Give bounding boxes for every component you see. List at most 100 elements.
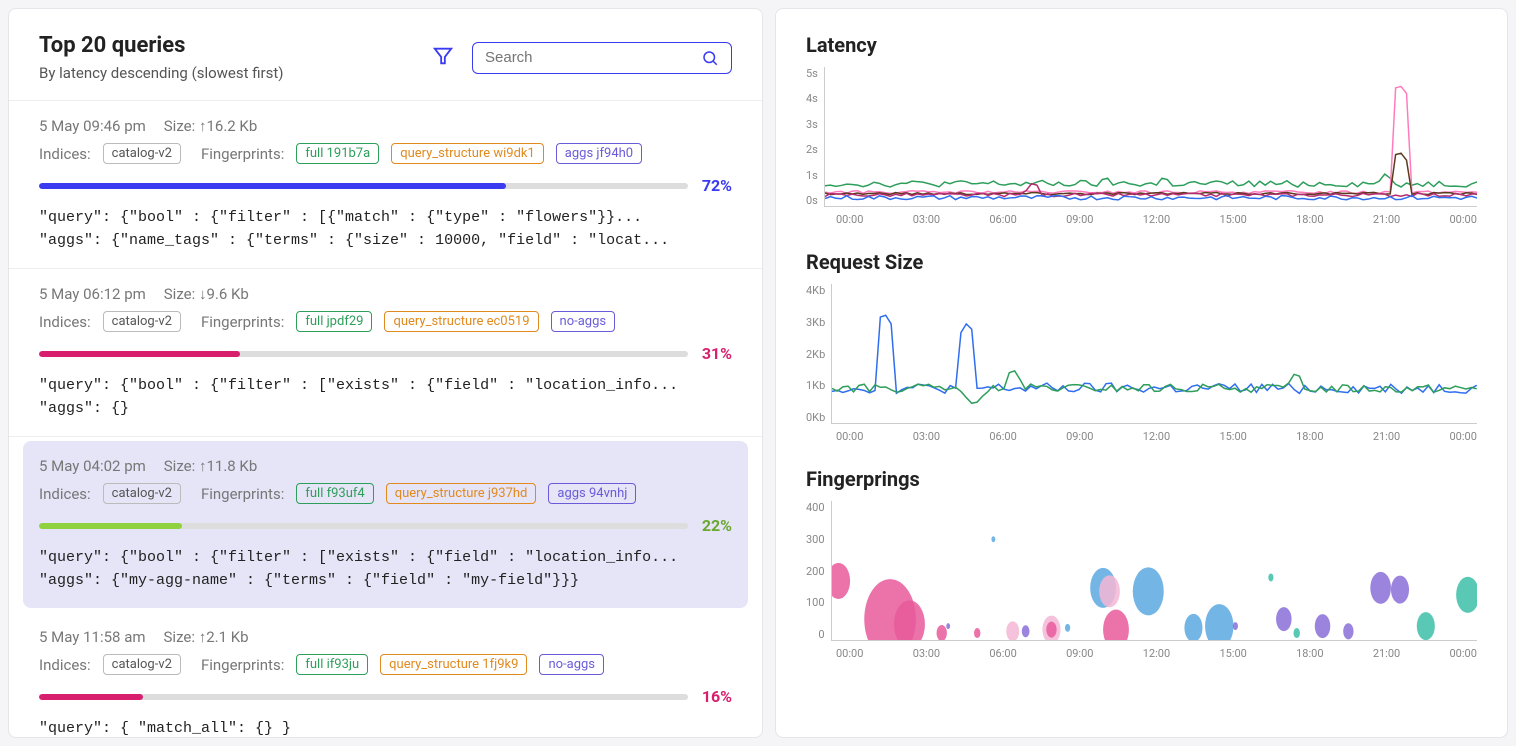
chart-bubble <box>946 623 950 629</box>
indices-label: Indices: <box>39 485 91 503</box>
chart-bubble <box>1268 573 1273 581</box>
fingerprint-chip[interactable]: full jpdf29 <box>296 311 372 332</box>
chart-series-line <box>825 86 1477 193</box>
search-input[interactable] <box>485 49 701 66</box>
search-input-wrap[interactable] <box>472 42 732 74</box>
axis-tick: 21:00 <box>1373 647 1400 660</box>
fingerprints-chart-title: Fingerprings <box>806 467 1477 491</box>
axis-tick: 3s <box>806 118 818 131</box>
axis-tick: 15:00 <box>1219 430 1246 443</box>
page-subtitle: By latency descending (slowest first) <box>39 64 284 82</box>
size-arrow-icon <box>199 117 207 135</box>
chart-bubble <box>1391 576 1409 604</box>
query-code: "query": {"bool" : {"filter" : ["exists"… <box>39 375 732 420</box>
chart-bubble <box>1343 623 1353 639</box>
chart-bubble <box>1184 614 1202 640</box>
request-size-y-axis: 4Kb3Kb2Kb1Kb0Kb <box>806 284 831 424</box>
chart-series-line <box>832 315 1477 393</box>
fingerprint-chip[interactable]: aggs 94vnhj <box>548 483 636 504</box>
fingerprint-chip[interactable]: query_structure wi9dk1 <box>391 143 544 164</box>
chart-bubble <box>1232 622 1237 630</box>
axis-tick: 00:00 <box>836 430 863 443</box>
query-code: "query": { "match_all": {} } "aggs": {} <box>39 718 732 737</box>
chart-bubble <box>1456 577 1477 613</box>
progress-bar <box>39 523 688 529</box>
axis-tick: 300 <box>806 533 825 546</box>
fingerprint-chip[interactable]: query_structure j937hd <box>386 483 537 504</box>
chart-bubble <box>1314 614 1329 638</box>
fingerprint-chip[interactable]: no-aggs <box>551 311 616 332</box>
fingerprint-chip[interactable]: query_structure 1fj9k9 <box>380 654 527 675</box>
axis-tick: 200 <box>806 565 825 578</box>
filter-button[interactable] <box>428 41 458 74</box>
query-item[interactable]: 5 May 09:46 pm Size: 16.2 Kb Indices: ca… <box>9 101 762 269</box>
chart-bubble <box>1103 610 1129 640</box>
index-chip[interactable]: catalog-v2 <box>103 311 181 332</box>
axis-tick: 12:00 <box>1143 430 1170 443</box>
fingerprint-chip[interactable]: full f93uf4 <box>296 483 373 504</box>
axis-tick: 09:00 <box>1066 430 1093 443</box>
axis-tick: 21:00 <box>1373 430 1400 443</box>
fingerprint-chip[interactable]: no-aggs <box>539 654 604 675</box>
axis-tick: 0Kb <box>806 411 825 424</box>
chart-bubble <box>1132 567 1163 615</box>
request-size-plot[interactable] <box>831 284 1477 424</box>
axis-tick: 1s <box>806 169 818 182</box>
latency-chart-section: Latency 5s4s3s2s1s0s 00:0003:0006:0009:0… <box>806 33 1477 226</box>
query-item[interactable]: 5 May 04:02 pm Size: 11.8 Kb Indices: ca… <box>23 441 748 608</box>
query-timestamp: 5 May 11:58 am <box>39 628 146 646</box>
fingerprints-label: Fingerprints: <box>201 656 284 674</box>
axis-tick: 100 <box>806 596 825 609</box>
axis-tick: 00:00 <box>1450 213 1477 226</box>
axis-tick: 0s <box>806 194 818 207</box>
fingerprint-chip[interactable]: aggs jf94h0 <box>556 143 642 164</box>
query-timestamp: 5 May 06:12 pm <box>39 285 146 303</box>
axis-tick: 00:00 <box>1450 647 1477 660</box>
latency-plot[interactable] <box>824 67 1477 207</box>
chart-bubble <box>1046 622 1056 638</box>
axis-tick: 03:00 <box>913 213 940 226</box>
size-arrow-icon <box>199 457 207 475</box>
chart-bubble <box>1276 607 1291 631</box>
index-chip[interactable]: catalog-v2 <box>103 654 181 675</box>
fingerprint-chip[interactable]: full 191b7a <box>296 143 379 164</box>
progress-pct: 22% <box>702 516 732 535</box>
indices-label: Indices: <box>39 656 91 674</box>
fingerprints-x-axis: 00:0003:0006:0009:0012:0015:0018:0021:00… <box>806 647 1477 660</box>
fingerprints-plot[interactable] <box>831 501 1477 641</box>
index-chip[interactable]: catalog-v2 <box>103 483 181 504</box>
axis-tick: 00:00 <box>836 213 863 226</box>
progress-pct: 72% <box>702 176 732 195</box>
progress-pct: 31% <box>702 344 732 363</box>
chart-bubble <box>1293 628 1299 638</box>
fingerprints-chart-section: Fingerprings 4003002001000 00:0003:0006:… <box>806 467 1477 660</box>
axis-tick: 3Kb <box>806 316 825 329</box>
query-code: "query": {"bool" : {"filter" : ["exists"… <box>39 547 732 592</box>
chart-bubble <box>1370 572 1391 604</box>
chart-series-line <box>825 174 1477 187</box>
query-item[interactable]: 5 May 06:12 pm Size: 9.6 Kb Indices: cat… <box>9 269 762 437</box>
fingerprint-chip[interactable]: full if93ju <box>296 654 368 675</box>
query-list[interactable]: 5 May 09:46 pm Size: 16.2 Kb Indices: ca… <box>9 101 762 737</box>
latency-y-axis: 5s4s3s2s1s0s <box>806 67 824 207</box>
latency-x-axis: 00:0003:0006:0009:0012:0015:0018:0021:00… <box>806 213 1477 226</box>
axis-tick: 00:00 <box>836 647 863 660</box>
chart-bubble <box>1065 624 1070 632</box>
filter-icon <box>432 45 454 67</box>
latency-chart-title: Latency <box>806 33 1477 57</box>
query-size: Size: 9.6 Kb <box>164 285 249 303</box>
query-item[interactable]: 5 May 11:58 am Size: 2.1 Kb Indices: cat… <box>9 612 762 737</box>
chart-bubble <box>936 625 946 640</box>
index-chip[interactable]: catalog-v2 <box>103 143 181 164</box>
request-size-chart-title: Request Size <box>806 250 1477 274</box>
axis-tick: 5s <box>806 67 818 80</box>
fingerprint-chip[interactable]: query_structure ec0519 <box>384 311 538 332</box>
chart-bubble <box>991 536 995 542</box>
charts-panel: Latency 5s4s3s2s1s0s 00:0003:0006:0009:0… <box>775 8 1508 738</box>
axis-tick: 15:00 <box>1219 213 1246 226</box>
chart-series-line <box>825 153 1477 194</box>
axis-tick: 2s <box>806 143 818 156</box>
query-timestamp: 5 May 09:46 pm <box>39 117 146 135</box>
axis-tick: 09:00 <box>1066 647 1093 660</box>
progress-fill <box>39 694 143 700</box>
